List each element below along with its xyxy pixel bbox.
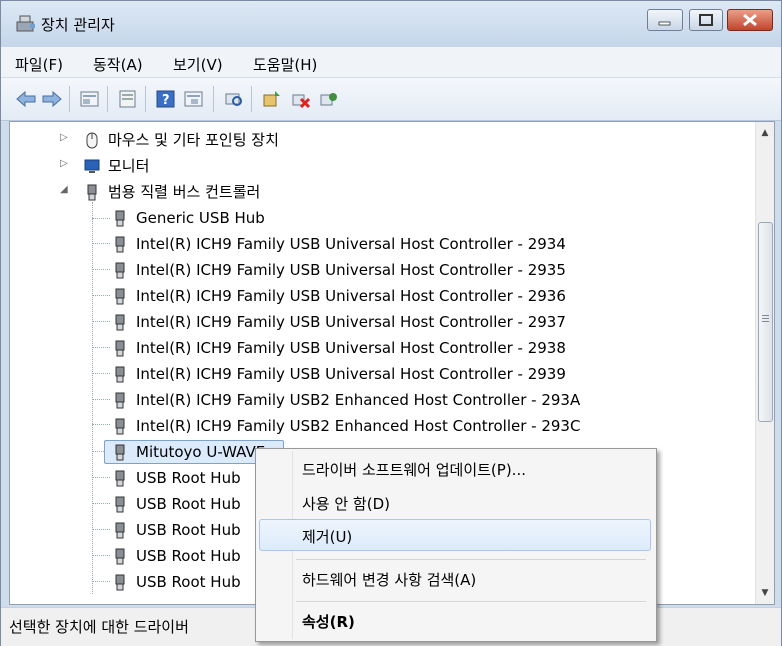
vertical-scrollbar[interactable]: ▲ ▼	[755, 122, 774, 604]
usb-icon	[115, 262, 125, 279]
maximize-button[interactable]	[689, 9, 723, 31]
usb-icon	[115, 522, 125, 539]
menu-item-update-driver[interactable]: 드라이버 소프트웨어 업데이트(P)...	[302, 459, 526, 480]
usb-icon	[115, 548, 125, 565]
monitor-icon	[84, 159, 100, 173]
menu-file[interactable]: 파일(F)	[15, 54, 63, 75]
usb-icon	[115, 314, 125, 331]
usb-icon	[115, 574, 125, 591]
device-label: Intel(R) ICH9 Family USB Universal Host …	[136, 339, 566, 357]
scroll-down-icon[interactable]: ▼	[756, 584, 774, 602]
close-button[interactable]	[727, 9, 773, 31]
usb-icon	[87, 184, 97, 201]
device-label: Generic USB Hub	[136, 209, 265, 227]
category-label: 범용 직렬 버스 컨트롤러	[108, 183, 261, 201]
device-label: Intel(R) ICH9 Family USB Universal Host …	[136, 313, 566, 331]
status-text: 선택한 장치에 대한 드라이버	[9, 618, 189, 636]
context-menu: 드라이버 소프트웨어 업데이트(P)... 사용 안 함(D) 제거(U) 하드…	[255, 448, 657, 642]
update-driver-icon[interactable]	[261, 89, 283, 109]
device-label: USB Root Hub	[136, 573, 241, 591]
menu-action[interactable]: 동작(A)	[93, 54, 143, 75]
menu-item-uninstall[interactable]: 제거(U)	[302, 526, 352, 547]
menu-bar: 파일(F) 동작(A) 보기(V) 도움말(H)	[1, 47, 781, 78]
device-manager-icon	[16, 15, 35, 32]
device-label: Intel(R) ICH9 Family USB2 Enhanced Host …	[136, 417, 581, 435]
back-icon[interactable]	[15, 89, 37, 109]
usb-icon	[115, 418, 125, 435]
device-label: Intel(R) ICH9 Family USB Universal Host …	[136, 365, 566, 383]
device-label: Intel(R) ICH9 Family USB2 Enhanced Host …	[136, 391, 581, 409]
device-label: Mitutoyo U-WAVE	[136, 443, 266, 461]
expand-monitor-icon[interactable]: ▷	[60, 158, 68, 169]
collapse-usb-icon[interactable]: ◢	[60, 184, 68, 195]
category-label: 모니터	[108, 157, 150, 175]
toolbar: ?	[1, 78, 781, 121]
menu-help[interactable]: 도움말(H)	[253, 54, 317, 75]
scroll-up-icon[interactable]: ▲	[756, 124, 774, 142]
device-label: Intel(R) ICH9 Family USB Universal Host …	[136, 261, 566, 279]
menu-item-properties[interactable]: 속성(R)	[302, 611, 355, 632]
uninstall-device-icon[interactable]	[317, 89, 339, 109]
usb-icon	[115, 340, 125, 357]
usb-icon	[115, 470, 125, 487]
disable-device-icon[interactable]	[289, 89, 311, 109]
properties-view-icon[interactable]	[79, 89, 101, 109]
usb-icon	[115, 444, 125, 461]
device-label: Intel(R) ICH9 Family USB Universal Host …	[136, 235, 566, 253]
usb-icon	[115, 210, 125, 227]
usb-icon	[115, 288, 125, 305]
usb-icon	[115, 366, 125, 383]
window-title: 장치 관리자	[41, 16, 115, 34]
expand-mouse-icon[interactable]: ▷	[60, 132, 68, 143]
device-label: USB Root Hub	[136, 521, 241, 539]
scroll-thumb[interactable]	[758, 222, 773, 422]
menu-item-scan-hardware[interactable]: 하드웨어 변경 사항 검색(A)	[302, 569, 476, 590]
minimize-icon	[658, 21, 671, 26]
menu-view[interactable]: 보기(V)	[173, 54, 223, 75]
category-label: 마우스 및 기타 포인팅 장치	[108, 131, 279, 149]
close-icon	[743, 13, 757, 27]
device-label: Intel(R) ICH9 Family USB Universal Host …	[136, 287, 566, 305]
usb-icon	[115, 236, 125, 253]
mouse-icon	[86, 132, 98, 149]
menu-item-disable[interactable]: 사용 안 함(D)	[302, 493, 390, 514]
maximize-icon	[699, 14, 713, 26]
resources-view-icon[interactable]	[183, 89, 205, 109]
minimize-button[interactable]	[647, 9, 683, 31]
title-bar[interactable]: 장치 관리자	[1, 1, 781, 47]
device-label: USB Root Hub	[136, 469, 241, 487]
help-icon[interactable]: ?	[155, 89, 177, 109]
usb-icon	[115, 496, 125, 513]
device-label: USB Root Hub	[136, 495, 241, 513]
scan-hardware-icon[interactable]	[223, 89, 245, 109]
forward-icon[interactable]	[41, 89, 63, 109]
svg-text:?: ?	[162, 93, 170, 108]
usb-icon	[115, 392, 125, 409]
devices-view-icon[interactable]	[117, 89, 139, 109]
device-manager-window: 장치 관리자 파일(F) 동작(A) 보기(V) 도움말(H) ? ▷ 마우스 …	[0, 0, 782, 646]
device-label: USB Root Hub	[136, 547, 241, 565]
